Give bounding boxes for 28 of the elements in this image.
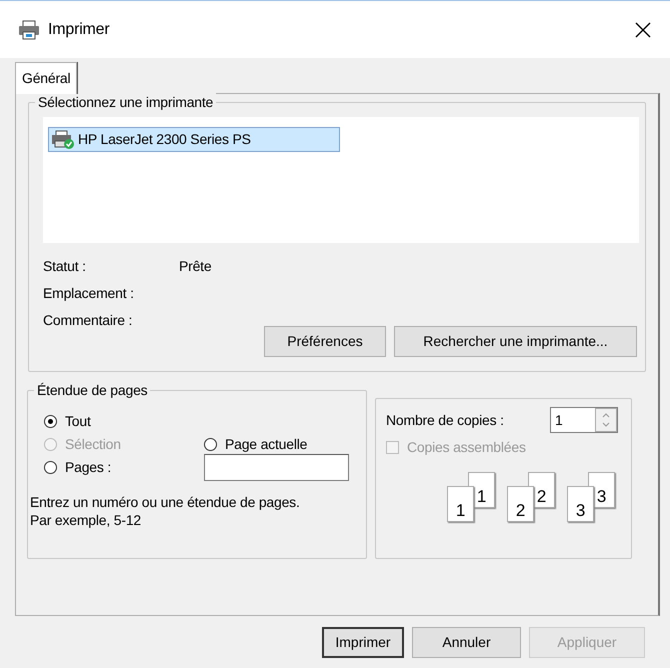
collate-pages-drawing: 3 3: [567, 472, 617, 524]
page-range-hint: Entrez un numéro ou une étendue de pages. Par exemple, 5-12: [29, 493, 301, 529]
dialog-button[interactable]: Préférences: [264, 326, 386, 357]
window-title: Imprimer: [48, 20, 110, 40]
dialog-button[interactable]: Imprimer: [322, 627, 404, 658]
field-label: Commentaire :: [43, 311, 134, 330]
radio-option[interactable]: Tout: [44, 410, 354, 433]
printer-icon: [18, 20, 40, 40]
radio-option[interactable]: Page actuelle: [204, 433, 354, 456]
copies-label: Nombre de copies :: [386, 410, 505, 430]
group-legend: Étendue de pages: [34, 381, 150, 399]
printer-item[interactable]: HP LaserJet 2300 Series PS: [48, 127, 340, 152]
close-button[interactable]: [634, 20, 652, 38]
radio-option[interactable]: Pages :: [44, 456, 204, 479]
printer-ready-icon: [51, 130, 75, 150]
copies-spinner[interactable]: 1: [550, 407, 618, 433]
field-label: Emplacement :: [43, 284, 135, 303]
dialog-button[interactable]: Annuler: [412, 627, 521, 658]
field-label: Statut :: [43, 257, 87, 276]
tab[interactable]: Général: [15, 62, 78, 94]
collate-pages-drawing: 2 2: [507, 472, 557, 524]
checkbox-label: Copies assemblées: [407, 438, 526, 457]
printer-list[interactable]: HP LaserJet 2300 Series PS: [43, 117, 639, 243]
dialog-button[interactable]: Rechercher une imprimante...: [394, 326, 637, 357]
pages-input-field[interactable]: [204, 454, 349, 481]
field-value: Prête: [179, 257, 212, 276]
group-legend: Sélectionnez une imprimante: [35, 93, 216, 111]
collate-pages-drawing: 1 1: [447, 472, 497, 524]
